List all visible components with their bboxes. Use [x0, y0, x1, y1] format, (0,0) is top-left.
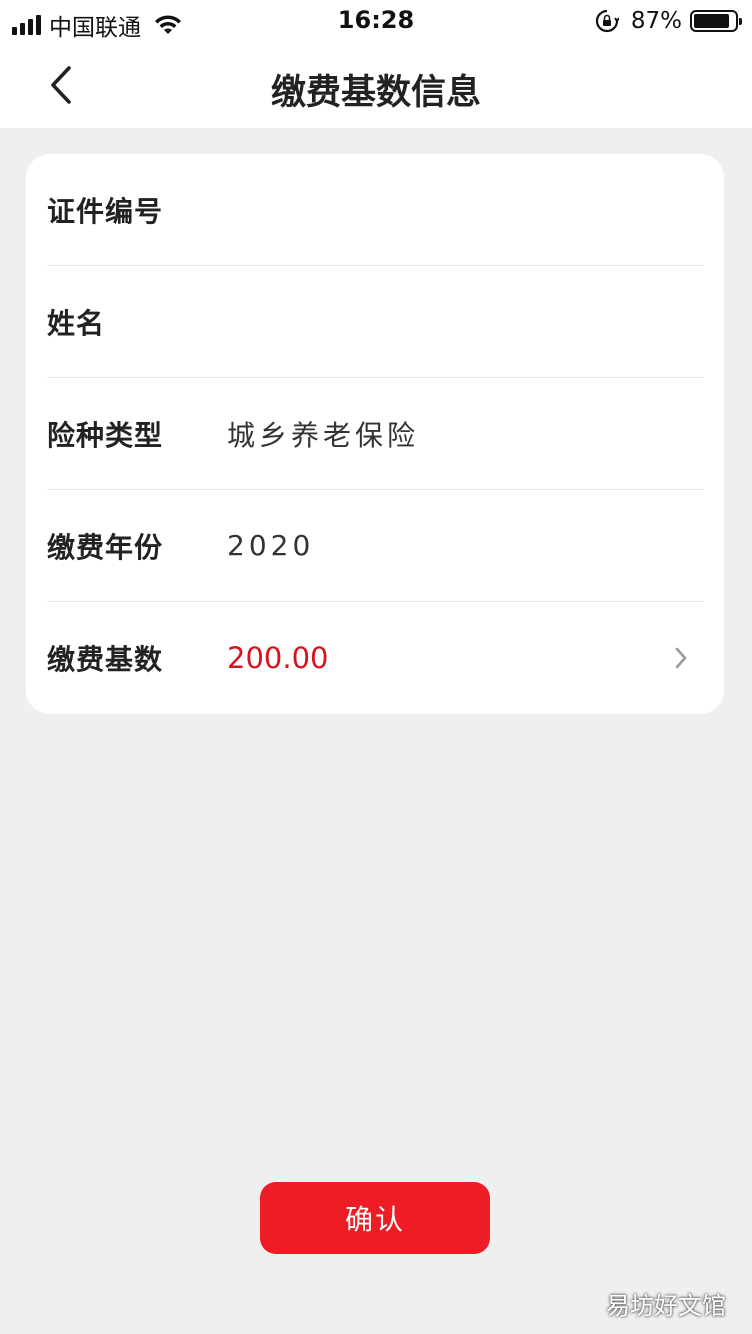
confirm-button[interactable]: 确认 — [260, 1182, 490, 1254]
row-name: 姓名 — [47, 266, 703, 378]
row-label: 姓名 — [47, 306, 106, 340]
info-card: 证件编号 姓名 险种类型 城乡养老保险 缴费年份 2020 缴费基数 200.0… — [26, 154, 724, 714]
battery-level-fill — [694, 14, 729, 28]
payment-base-value: 200.00 — [227, 641, 329, 675]
row-value: 城乡养老保险 — [227, 418, 420, 452]
page-title: 缴费基数信息 — [270, 73, 481, 113]
row-value: 2020 — [227, 529, 315, 562]
status-bar: 中国联通 16:28 87% — [0, 0, 752, 42]
battery-icon — [690, 10, 742, 32]
row-id-number: 证件编号 — [47, 154, 703, 266]
row-payment-base[interactable]: 缴费基数 200.00 — [47, 602, 703, 714]
row-label: 证件编号 — [47, 194, 164, 228]
row-insurance-type: 险种类型 城乡养老保险 — [47, 378, 703, 490]
row-payment-year: 缴费年份 2020 — [47, 490, 703, 602]
row-label: 险种类型 — [47, 418, 164, 452]
status-bar-right: 87% — [595, 8, 742, 34]
watermark: 易坊好文馆 — [606, 1292, 726, 1320]
row-label: 缴费年份 — [47, 530, 164, 564]
battery-percent: 87% — [630, 8, 682, 34]
row-label: 缴费基数 — [47, 643, 164, 676]
chevron-right-icon — [675, 647, 687, 669]
rotation-lock-icon — [595, 9, 619, 33]
nav-bar: 缴费基数信息 — [0, 42, 752, 128]
